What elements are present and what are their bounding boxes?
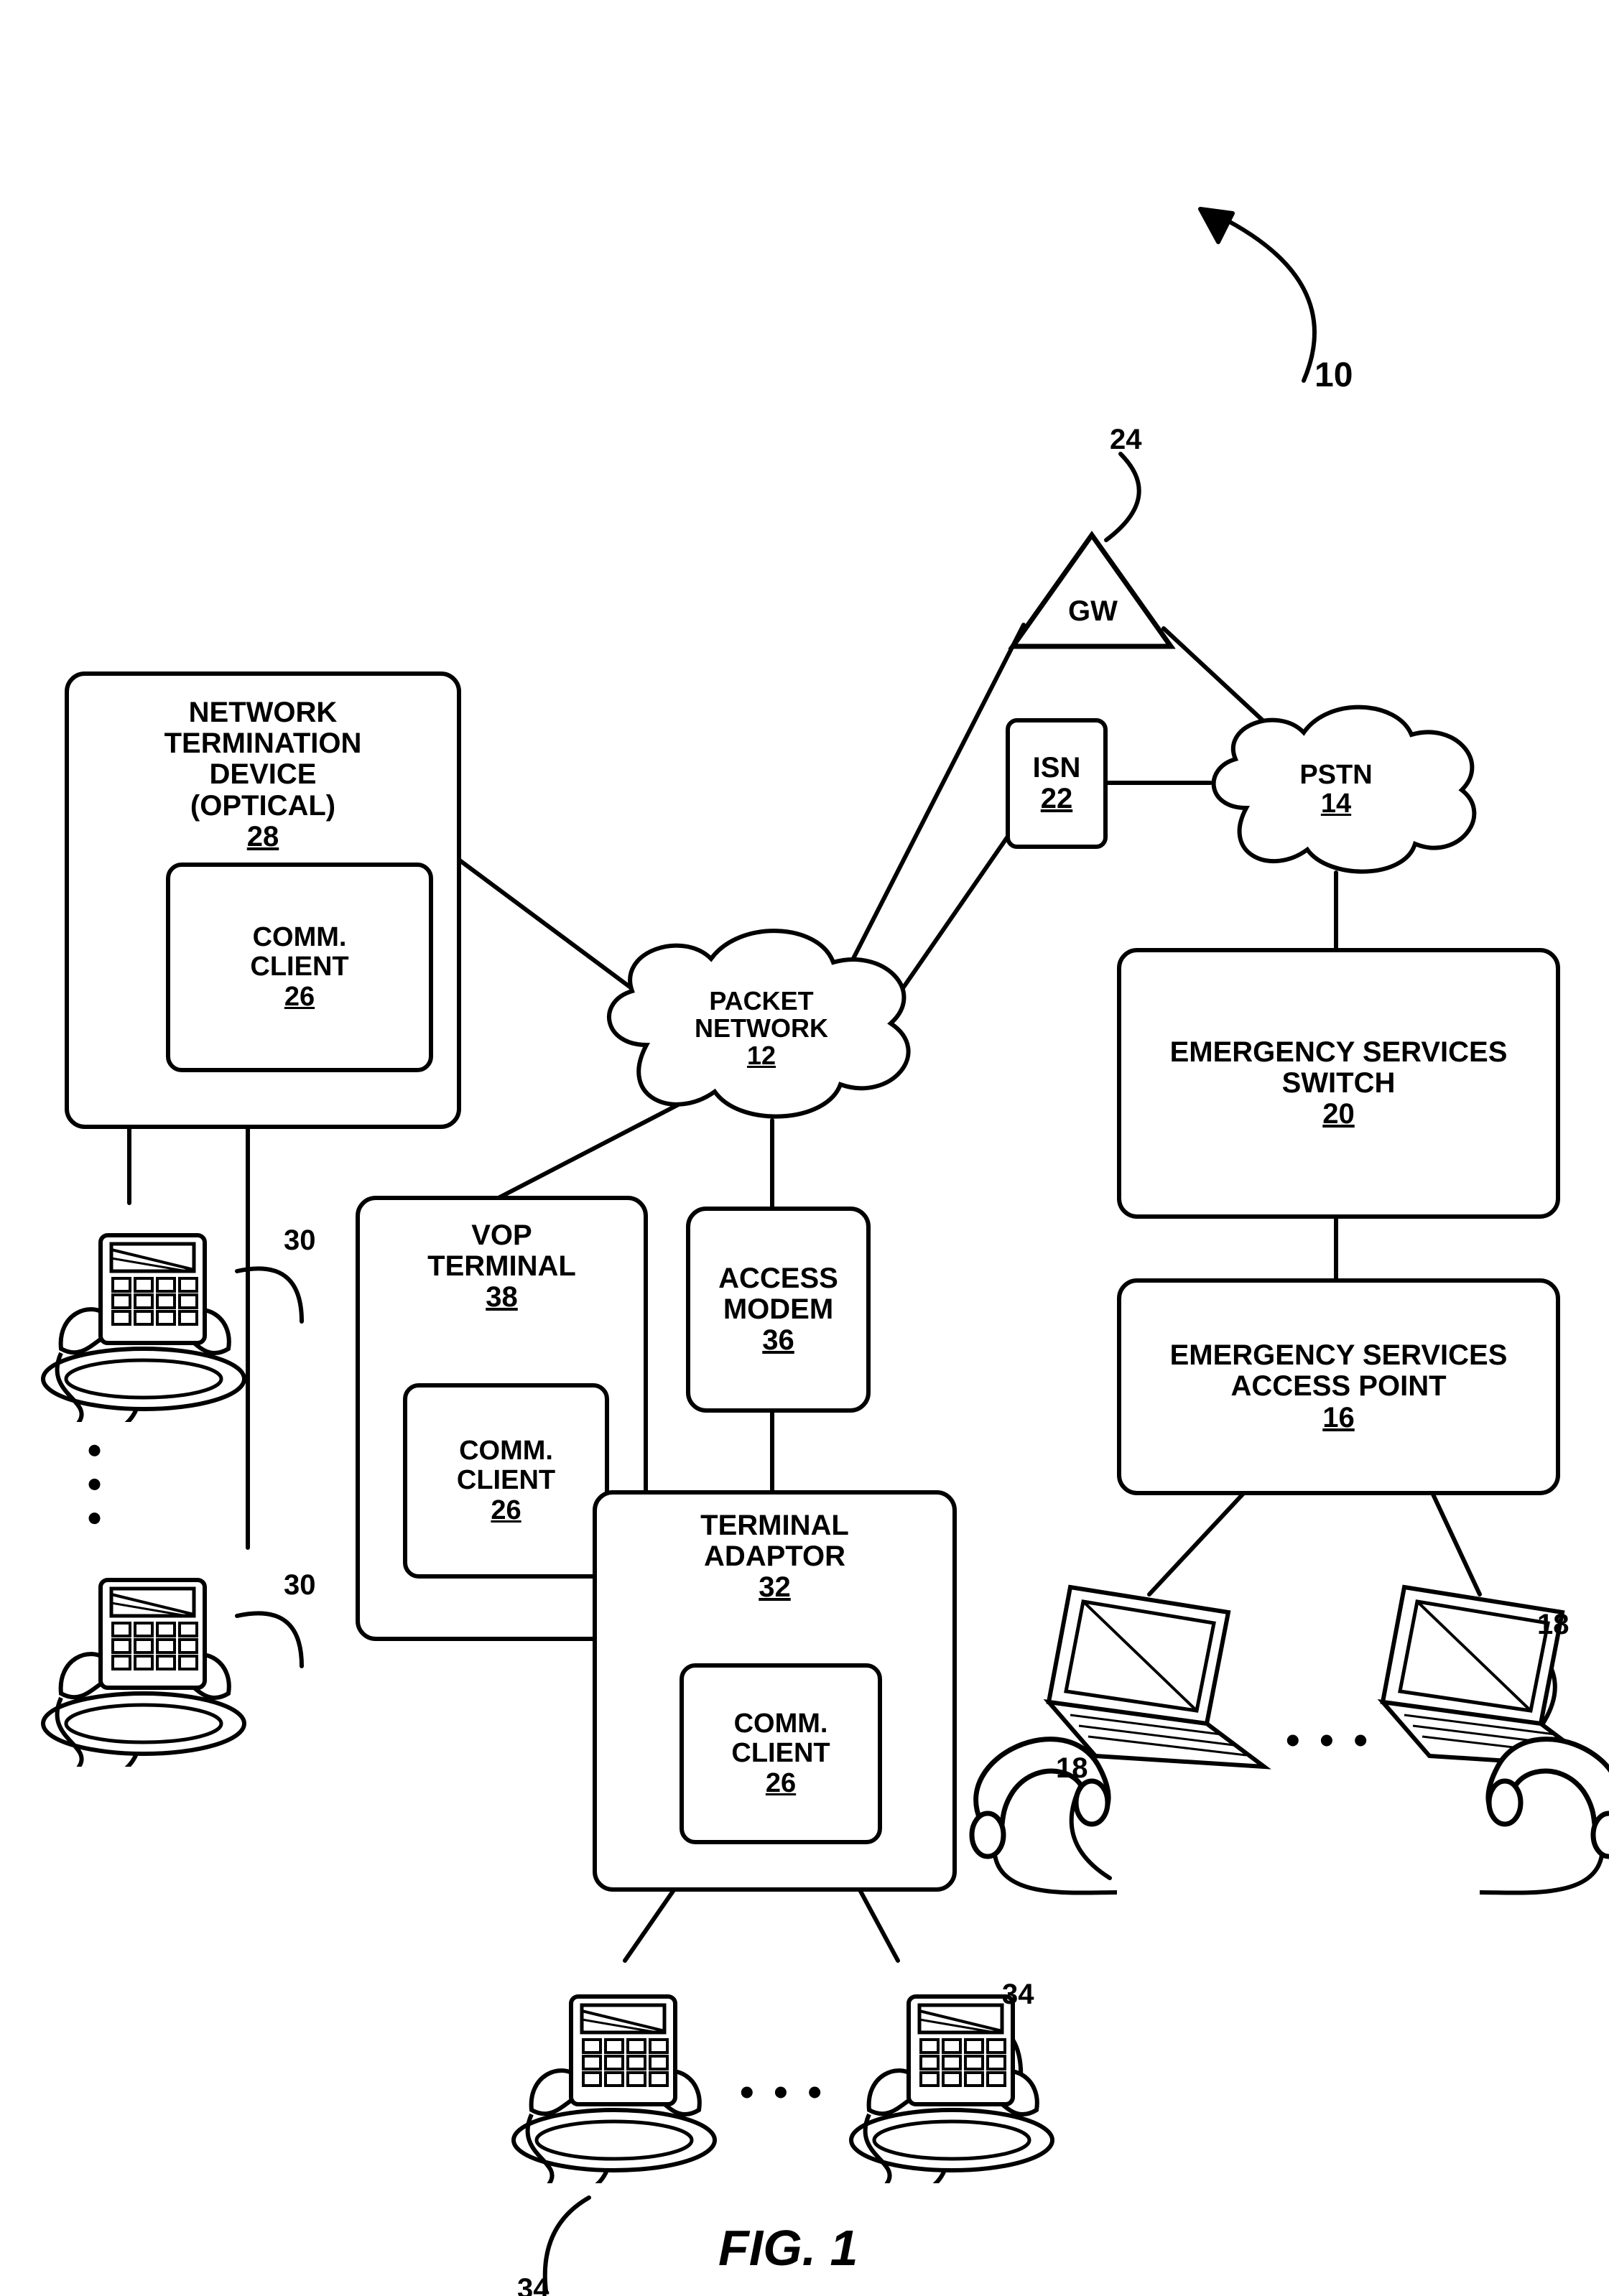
ntd-box: NETWORK TERMINATION DEVICE (OPTICAL) 28 … <box>65 671 461 1129</box>
phone-ref: 30 <box>284 1569 316 1602</box>
laptop-ref: 18 <box>1056 1752 1088 1785</box>
gateway-label: GW <box>1068 596 1118 626</box>
phone-ref: 30 <box>284 1224 316 1257</box>
packet-network-label: PACKET NETWORK 12 <box>668 987 855 1069</box>
system-ref: 10 <box>1314 355 1353 395</box>
phone-ref: 34 <box>1002 1979 1034 2011</box>
access-modem-box: ACCESS MODEM 36 <box>686 1207 871 1413</box>
phone-icon <box>29 1523 259 1767</box>
vop-label: VOP TERMINAL 38 <box>360 1220 644 1314</box>
pstn-label: PSTN 14 <box>1282 761 1390 819</box>
terminal-adaptor-box: TERMINAL ADAPTOR 32 COMM. CLIENT 26 <box>593 1490 957 1892</box>
ellipsis: • • • <box>72 1444 119 1530</box>
figure-label: FIG. 1 <box>718 2219 858 2277</box>
phone-ref: 34 <box>517 2273 550 2296</box>
headset-icon <box>1458 1727 1609 1918</box>
ntd-client-box: COMM. CLIENT 26 <box>166 863 433 1072</box>
phone-icon <box>499 1939 729 2183</box>
vop-client-box: COMM. CLIENT 26 <box>403 1383 609 1579</box>
esap-box: EMERGENCY SERVICES ACCESS POINT 16 <box>1117 1278 1560 1495</box>
gateway-ref: 24 <box>1110 424 1142 456</box>
isn-box: ISN 22 <box>1006 718 1108 849</box>
ellipsis: • • • <box>1286 1716 1372 1763</box>
ellipsis: • • • <box>740 2068 826 2115</box>
gateway-triangle <box>1006 528 1178 657</box>
phone-icon <box>29 1178 259 1422</box>
laptop-ref: 18 <box>1537 1609 1569 1641</box>
terminal-adaptor-client-box: COMM. CLIENT 26 <box>680 1663 882 1844</box>
headset-icon <box>959 1727 1139 1918</box>
phone-icon <box>837 1939 1067 2183</box>
ess-box: EMERGENCY SERVICES SWITCH 20 <box>1117 948 1560 1219</box>
